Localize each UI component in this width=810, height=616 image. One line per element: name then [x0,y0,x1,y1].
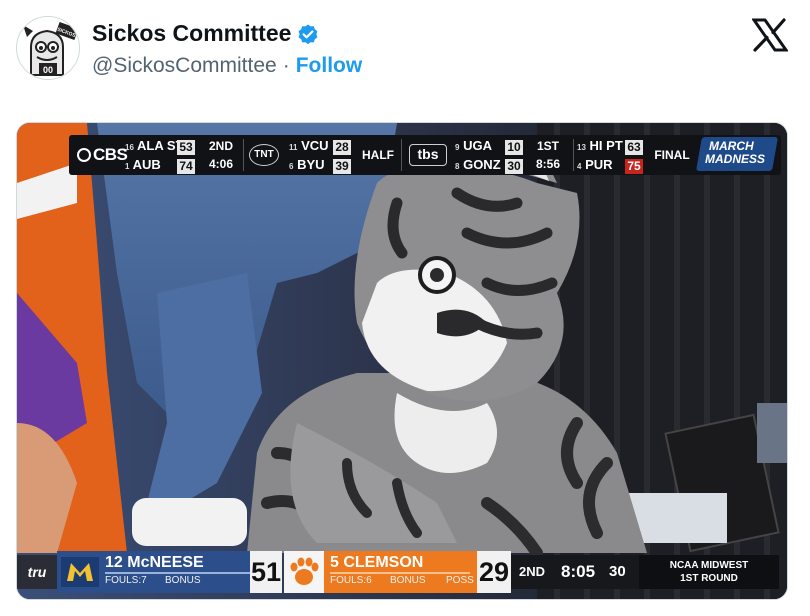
game2-status: HALF [362,148,394,162]
handle-row: @SickosCommittee · Follow [92,54,362,78]
team-1-panel: 12 McNEESE FOULS:7 BONUS [57,551,260,593]
sickos-avatar-icon: 00 SICKOS [17,17,79,79]
march-madness-logo: MARCH MADNESS [696,137,778,173]
team-1-score: 51 [250,551,282,593]
game3-team-a-score: 10 [505,140,523,155]
game1-team-b: 1 AUB [125,157,161,172]
team-2-score: 29 [477,551,511,593]
game1-period: 2ND [208,139,233,153]
game4-team-a: 13 HI PT [577,138,623,153]
team-2-panel: 5 CLEMSON FOULS:6 BONUS POSS [324,551,477,593]
tiger-mascot-photo [17,123,787,599]
score-ticker: CBS 16 ALA ST 53 1 AUB 74 2ND 4:06 TNT 1… [69,135,781,175]
x-logo-icon[interactable] [752,18,788,52]
game3-team-b: 8 GONZ [455,157,501,172]
game2-team-b: 6 BYU [289,157,325,172]
game2-team-b-score: 39 [333,159,351,174]
display-name[interactable]: Sickos Committee [92,20,291,47]
team-1-fouls: FOULS:7 [105,575,147,586]
game4-team-a-score: 63 [625,140,643,155]
game1-clock: 4:06 [208,157,234,171]
handle[interactable]: @SickosCommittee [92,54,277,77]
svg-text:00: 00 [43,65,53,75]
game1-team-a-score: 53 [177,140,195,155]
cbs-network-label: CBS [77,145,128,165]
shot-clock: 30 [609,563,626,580]
separator: · [282,54,290,77]
team-2-fouls: FOULS:6 [330,575,372,586]
game4-team-b-score: 75 [625,159,643,174]
team-2-name: 5 CLEMSON [330,554,424,571]
game2-team-a: 11 VCU [289,138,329,153]
mcneese-logo-icon [61,557,99,587]
game3-team-b-score: 30 [505,159,523,174]
verified-badge-icon [298,24,318,45]
game-clock: 8:05 [561,562,596,581]
game-clock-panel: 2ND 8:05 30 [511,555,639,589]
tnt-network-label: TNT [249,144,279,166]
game3-period: 1ST [536,139,559,153]
team-1-name: 12 McNEESE [105,554,204,571]
ticker-divider [573,139,574,171]
game3-clock: 8:56 [535,157,561,171]
game-scorebug: tru 12 McNEESE FOULS:7 BONUS 51 5 CLEMSO… [17,551,787,593]
game2-team-a-score: 28 [333,140,351,155]
round-region: NCAA MIDWEST [669,560,749,571]
game1-team-a: 16 ALA ST [125,138,184,153]
game4-status: FINAL [654,148,690,162]
tournament-round: NCAA MIDWEST 1ST ROUND [639,555,779,589]
game4-team-b: 4 PUR [577,157,613,172]
ticker-divider [401,139,402,171]
team-2-bonus: BONUS [390,575,426,586]
game1-team-b-score: 74 [177,159,195,174]
team-1-bonus: BONUS [165,575,201,586]
clemson-paw-icon [284,551,324,593]
tweet-media[interactable]: CBS 16 ALA ST 53 1 AUB 74 2ND 4:06 TNT 1… [16,122,788,600]
team-2-timeouts-bar [330,572,470,574]
game-period: 2ND [519,564,546,579]
game3-team-a: 9 UGA [455,138,492,153]
team-1-timeouts-bar [105,572,255,574]
ticker-divider [243,139,244,171]
tweet-header: 00 SICKOS Sickos Committee @SickosCommit… [0,0,810,110]
cbs-eye-icon [77,148,91,162]
trutv-network-label: tru [17,555,57,589]
avatar[interactable]: 00 SICKOS [16,16,80,80]
team-2-possession: POSS [446,575,474,586]
follow-button[interactable]: Follow [296,54,363,77]
tbs-network-label: tbs [409,144,447,166]
round-name: 1ST ROUND [680,573,738,584]
